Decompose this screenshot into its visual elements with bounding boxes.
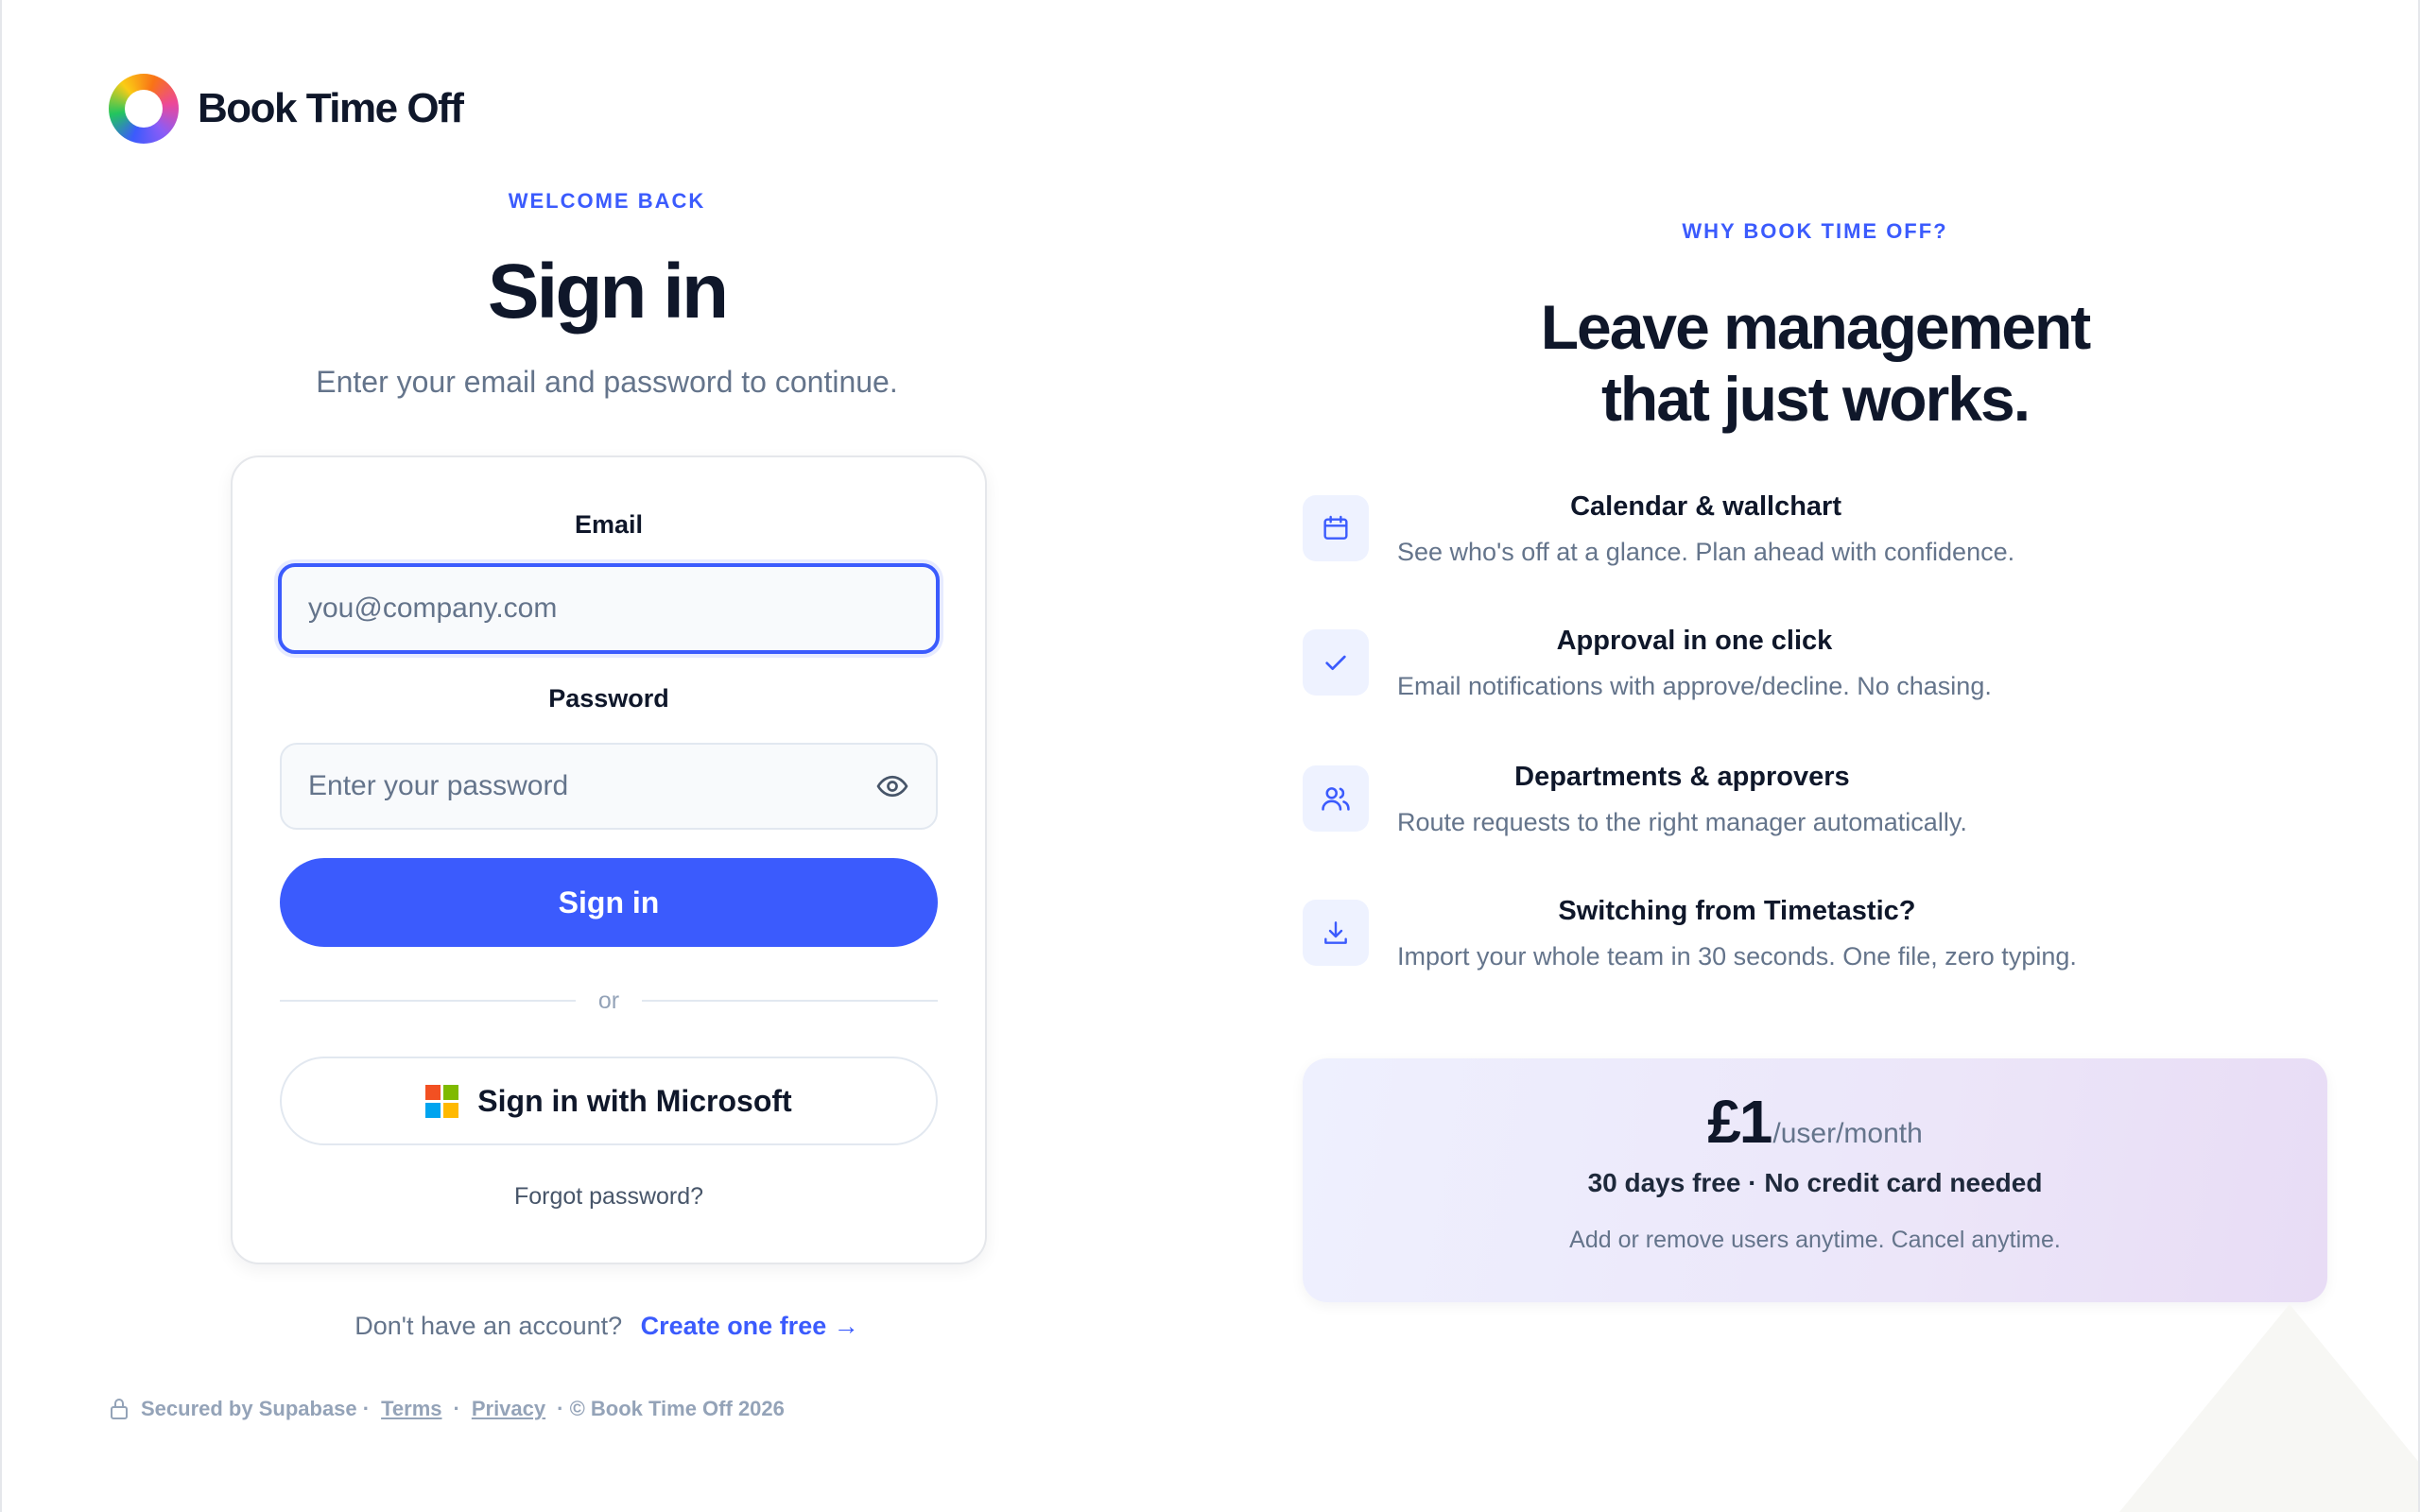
- welcome-eyebrow: WELCOME BACK: [508, 189, 706, 213]
- lock-icon: [111, 1399, 128, 1419]
- login-page: Book Time Off WELCOME BACK Sign in Enter…: [0, 0, 2420, 1512]
- password-field[interactable]: [308, 770, 875, 802]
- password-field-wrapper: [280, 743, 938, 830]
- microsoft-signin-button[interactable]: Sign in with Microsoft: [280, 1057, 938, 1145]
- microsoft-signin-label: Sign in with Microsoft: [477, 1083, 792, 1118]
- feature-text: Departments & approvers Route requests t…: [1397, 762, 1967, 837]
- page-subtitle: Enter your email and password to continu…: [316, 365, 898, 399]
- why-title-line-1: Leave management: [1540, 292, 2092, 362]
- email-field[interactable]: [308, 593, 909, 625]
- logo-ring-icon: [109, 74, 179, 144]
- privacy-link[interactable]: Privacy: [472, 1397, 545, 1421]
- calendar-icon: [1303, 495, 1369, 561]
- signin-button[interactable]: Sign in: [280, 858, 938, 947]
- pricing-note: Add or remove users anytime. Cancel anyt…: [1569, 1227, 2061, 1253]
- users-icon: [1303, 765, 1369, 832]
- footer: Secured by Supabase · Terms · Privacy · …: [109, 1397, 785, 1421]
- price-amount: £1: [1707, 1088, 1772, 1156]
- feature-text: Calendar & wallchart See who's off at a …: [1397, 491, 2014, 567]
- feature-item: Departments & approvers Route requests t…: [1303, 762, 2327, 866]
- feature-title: Calendar & wallchart: [1570, 491, 1841, 522]
- feature-item: Switching from Timetastic? Import your w…: [1303, 896, 2327, 1000]
- signup-row: Don't have an account? Create one free →: [2, 1312, 1212, 1341]
- feature-description: Email notifications with approve/decline…: [1397, 672, 1992, 700]
- copyright-text: · © Book Time Off 2026: [557, 1397, 785, 1420]
- eye-icon[interactable]: [875, 769, 909, 803]
- email-field-wrapper: [278, 563, 940, 654]
- trial-text: 30 days free · No credit card needed: [1587, 1168, 2043, 1197]
- price-line: £1/user/month: [1303, 1087, 2327, 1157]
- background-decoration: [2119, 1304, 2418, 1512]
- email-label: Email: [574, 510, 644, 539]
- feature-description: Route requests to the right manager auto…: [1397, 808, 1967, 836]
- feature-title: Approval in one click: [1556, 626, 1833, 656]
- signup-prompt: Don't have an account?: [354, 1312, 623, 1340]
- divider-line: [280, 1000, 576, 1002]
- page-title: Sign in: [487, 249, 729, 335]
- signin-card: Email Password Sign in or Sign in with M…: [231, 455, 987, 1264]
- feature-description: See who's off at a glance. Plan ahead wi…: [1397, 538, 2015, 566]
- forgot-password-link[interactable]: Forgot password?: [233, 1183, 985, 1211]
- create-account-link[interactable]: Create one free →: [641, 1312, 859, 1340]
- feature-title: Switching from Timetastic?: [1558, 896, 1916, 926]
- feature-text: Approval in one click Email notification…: [1397, 626, 1992, 701]
- feature-text: Switching from Timetastic? Import your w…: [1397, 896, 2077, 971]
- brand[interactable]: Book Time Off: [109, 74, 464, 144]
- feature-title: Departments & approvers: [1514, 762, 1850, 792]
- why-eyebrow: WHY BOOK TIME OFF?: [1682, 219, 1948, 243]
- divider-text: or: [597, 987, 620, 1014]
- brand-name: Book Time Off: [198, 85, 464, 131]
- download-icon: [1303, 900, 1369, 966]
- terms-link[interactable]: Terms: [381, 1397, 441, 1421]
- footer-separator: ·: [453, 1397, 460, 1420]
- pricing-card: £1/user/month 30 days free · No credit c…: [1303, 1058, 2327, 1302]
- feature-item: Calendar & wallchart See who's off at a …: [1303, 491, 2327, 595]
- or-divider: or: [280, 987, 939, 1015]
- microsoft-logo-icon: [425, 1084, 459, 1118]
- divider-line: [642, 1000, 939, 1002]
- feature-description: Import your whole team in 30 seconds. On…: [1397, 942, 2077, 971]
- secured-by-text: Secured by Supabase ·: [141, 1397, 371, 1420]
- check-icon: [1303, 629, 1369, 696]
- why-title-line-2: that just works.: [1600, 364, 2031, 434]
- feature-item: Approval in one click Email notification…: [1303, 626, 2327, 730]
- why-title: Leave management that just works.: [1303, 291, 2327, 435]
- password-label: Password: [548, 684, 669, 713]
- price-unit: /user/month: [1772, 1118, 1923, 1149]
